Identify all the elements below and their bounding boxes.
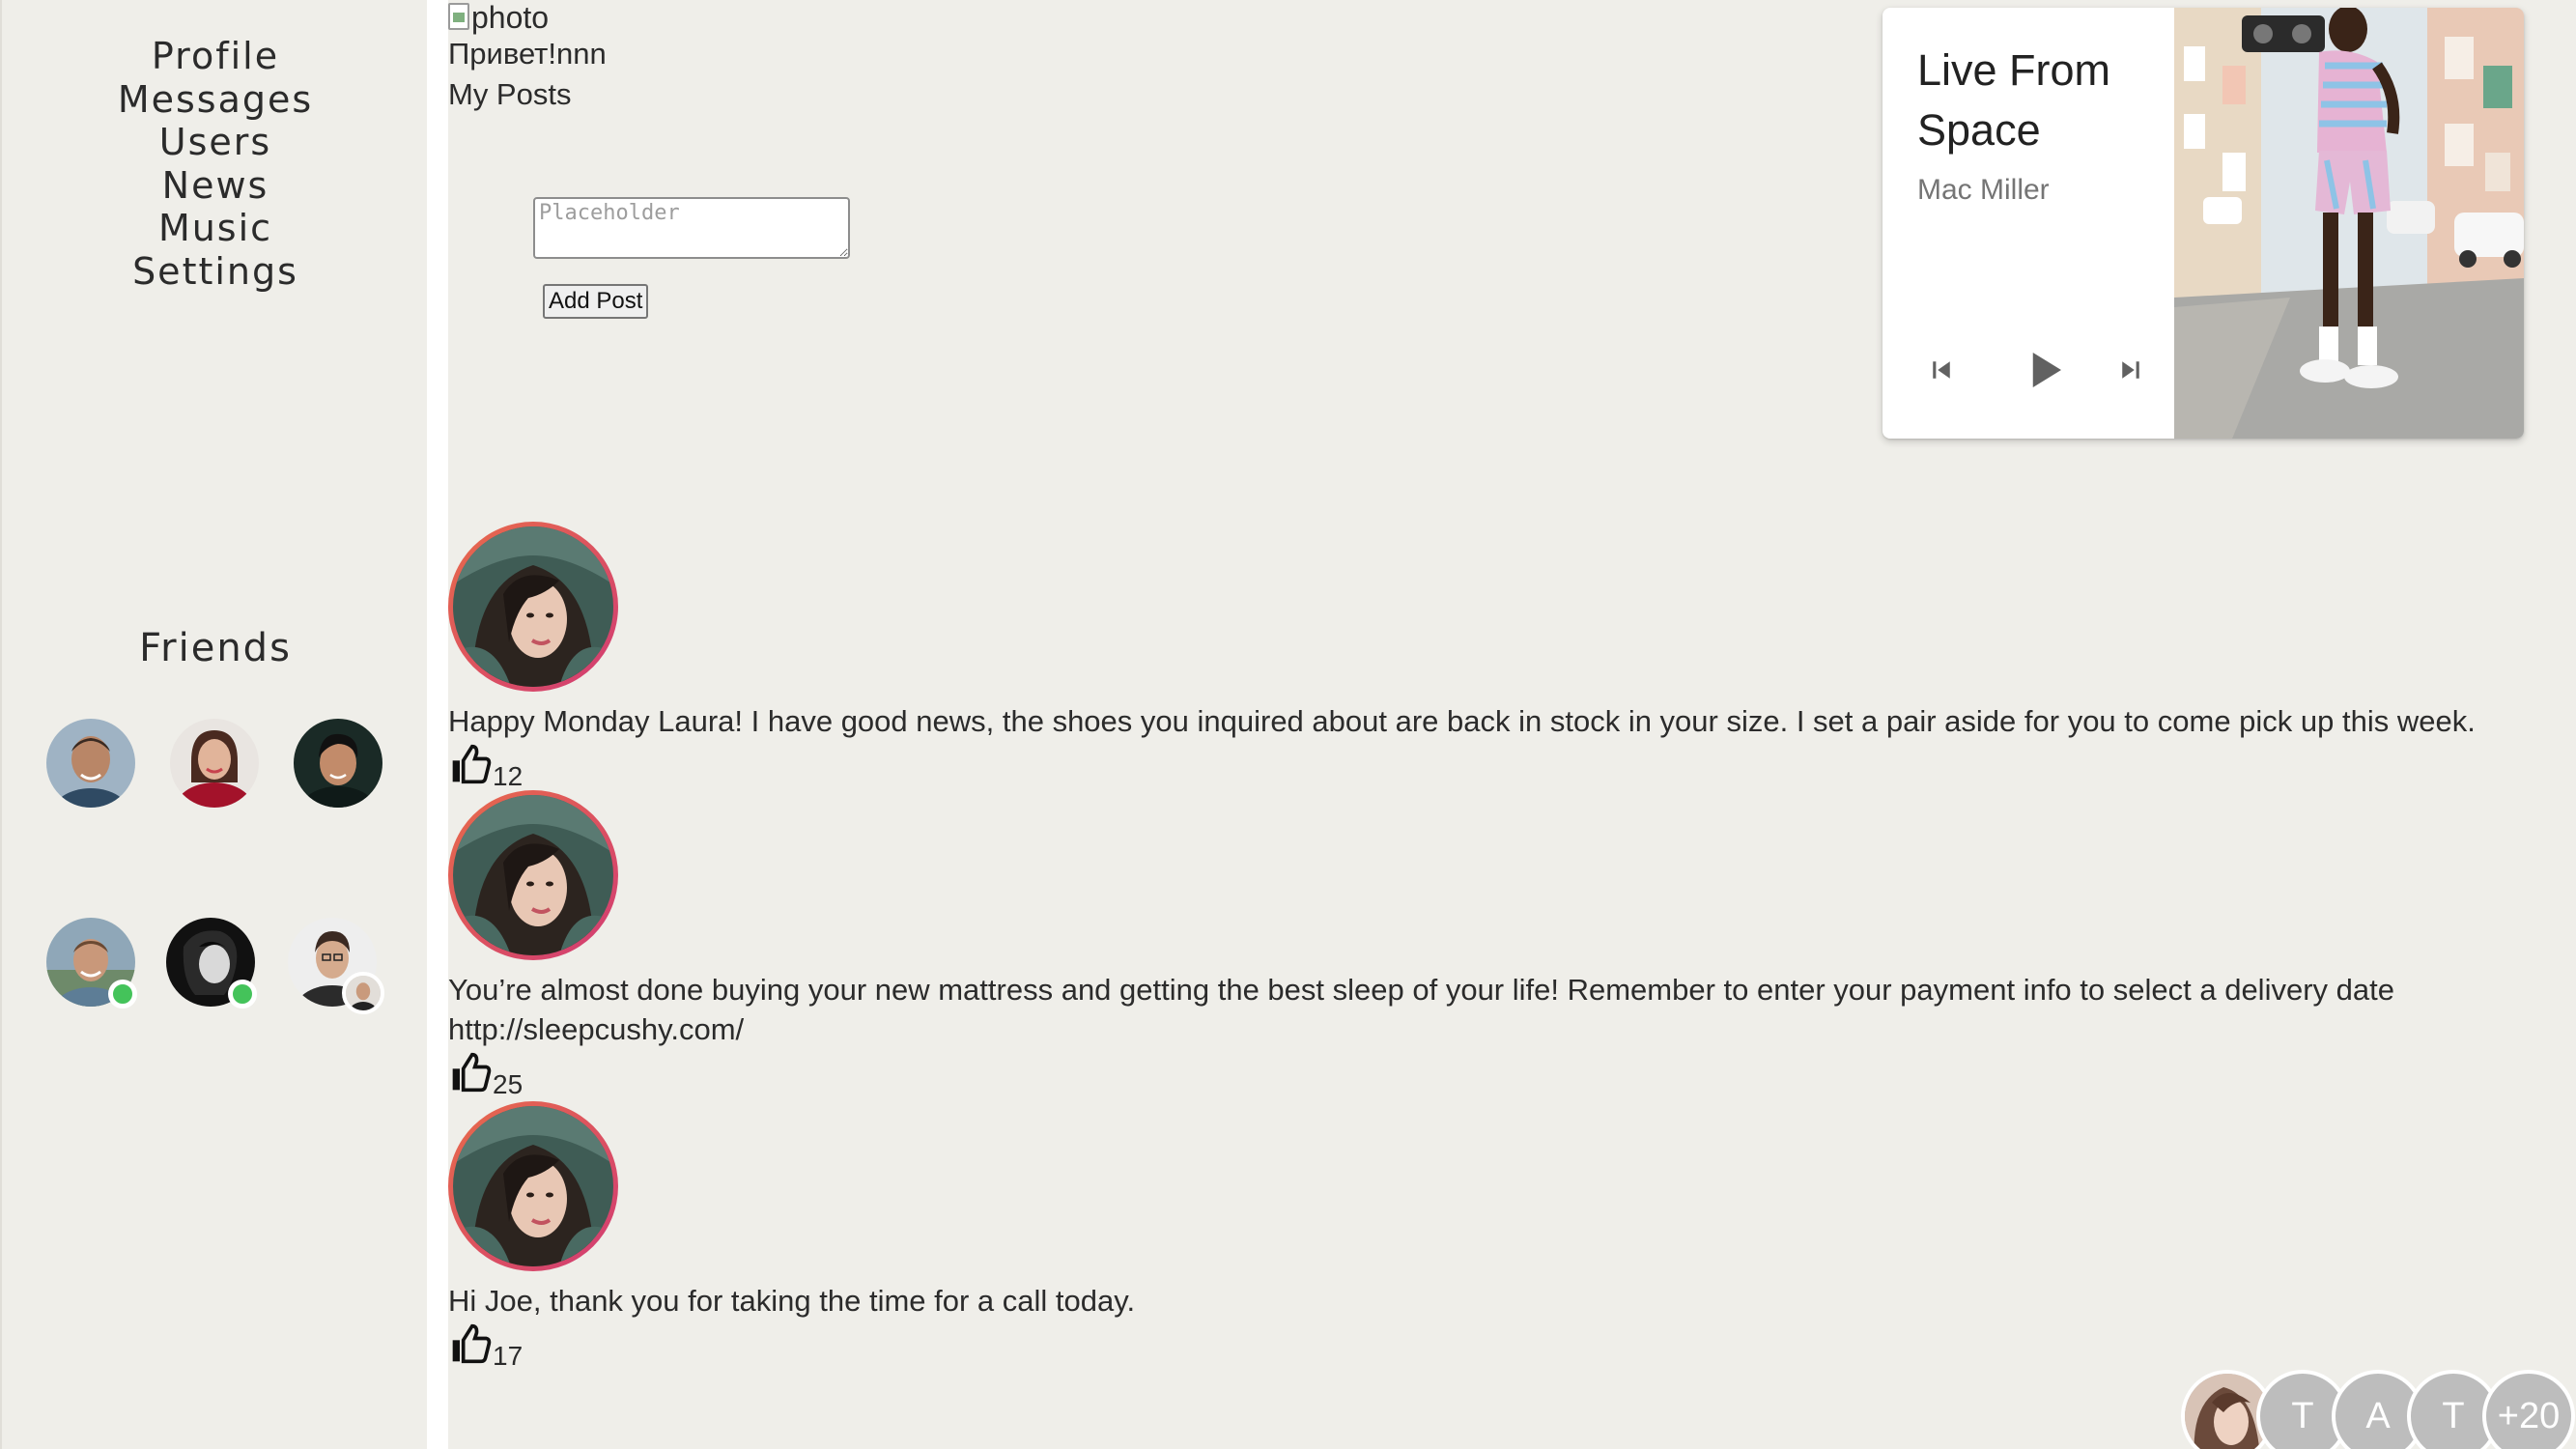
avatar bbox=[453, 795, 613, 955]
post-likes: 25 bbox=[448, 1049, 2576, 1099]
avatar bbox=[294, 719, 382, 808]
post-item: Hi Joe, thank you for taking the time fo… bbox=[448, 1101, 2576, 1371]
avatar bbox=[453, 526, 613, 687]
online-status-dot bbox=[108, 980, 137, 1009]
nav-item-profile[interactable]: Profile bbox=[2, 35, 429, 78]
friends-title: Friends bbox=[139, 626, 292, 670]
avatar bbox=[170, 719, 259, 808]
song-artist: Mac Miller bbox=[1917, 174, 2050, 206]
sidebar-nav: Profile Messages Users News Music Settin… bbox=[2, 35, 429, 294]
album-cover-image bbox=[2174, 8, 2524, 439]
friend-avatar[interactable] bbox=[294, 719, 382, 808]
broken-image-icon bbox=[448, 2, 469, 30]
avatar bbox=[46, 719, 135, 808]
profile-photo: photo bbox=[448, 0, 549, 36]
post-likes: 12 bbox=[448, 741, 2576, 791]
friend-avatar[interactable] bbox=[170, 719, 259, 808]
music-info: Live From Space Mac Miller bbox=[1882, 8, 2174, 439]
sidebar: Profile Messages Users News Music Settin… bbox=[0, 0, 427, 1449]
friend-avatar[interactable] bbox=[166, 918, 257, 1009]
post-author-avatar[interactable] bbox=[448, 790, 618, 960]
like-count: 17 bbox=[493, 1341, 524, 1371]
thumb-up-icon[interactable] bbox=[448, 743, 493, 785]
nav-item-settings[interactable]: Settings bbox=[2, 250, 429, 294]
nav-item-news[interactable]: News bbox=[2, 164, 429, 208]
add-post-button[interactable]: Add Post bbox=[543, 284, 649, 319]
thumb-up-icon[interactable] bbox=[448, 1051, 493, 1094]
online-status-dot bbox=[228, 980, 257, 1009]
album-cover bbox=[2174, 8, 2524, 439]
post-message: You’re almost done buying your new mattr… bbox=[448, 973, 2394, 1007]
new-post-textarea[interactable] bbox=[533, 197, 850, 259]
main-content: photo Привет!nnn My Posts Add Post Live … bbox=[448, 0, 2576, 1449]
friend-avatar[interactable] bbox=[288, 918, 384, 1014]
friend-avatar[interactable] bbox=[46, 719, 135, 808]
skip-previous-icon[interactable] bbox=[1927, 355, 1956, 384]
mini-avatar-badge bbox=[342, 972, 384, 1014]
player-controls bbox=[1917, 336, 2149, 398]
skip-next-icon[interactable] bbox=[2116, 355, 2145, 384]
profile-greeting: Привет!nnn bbox=[448, 37, 607, 71]
like-count: 12 bbox=[493, 761, 524, 791]
post-likes: 17 bbox=[448, 1321, 2576, 1371]
profile-photo-alt: photo bbox=[471, 0, 550, 35]
song-title: Live From Space bbox=[1917, 45, 2111, 155]
post-author-avatar[interactable] bbox=[448, 1101, 618, 1271]
sidebar-divider bbox=[427, 0, 448, 1449]
post-message: Happy Monday Laura! I have good news, th… bbox=[448, 704, 2476, 738]
avatar bbox=[346, 976, 381, 1010]
music-player-card: Live From Space Mac Miller bbox=[1882, 8, 2524, 439]
post-item: Happy Monday Laura! I have good news, th… bbox=[448, 522, 2576, 791]
post-message: Hi Joe, thank you for taking the time fo… bbox=[448, 1284, 1136, 1318]
thumb-up-icon[interactable] bbox=[448, 1322, 493, 1365]
nav-item-messages[interactable]: Messages bbox=[2, 78, 429, 122]
app-root: Profile Messages Users News Music Settin… bbox=[0, 0, 2576, 1449]
like-count: 25 bbox=[493, 1069, 524, 1099]
avatar bbox=[453, 1106, 613, 1266]
play-icon[interactable] bbox=[2018, 344, 2070, 396]
my-posts-heading: My Posts bbox=[448, 77, 572, 111]
post-author-avatar[interactable] bbox=[448, 522, 618, 692]
post-item: You’re almost done buying your new mattr… bbox=[448, 790, 2576, 1099]
friend-avatar[interactable] bbox=[46, 918, 137, 1009]
nav-item-music[interactable]: Music bbox=[2, 207, 429, 250]
post-link: http://sleepcushy.com/ bbox=[448, 1012, 745, 1046]
nav-item-users[interactable]: Users bbox=[2, 121, 429, 164]
